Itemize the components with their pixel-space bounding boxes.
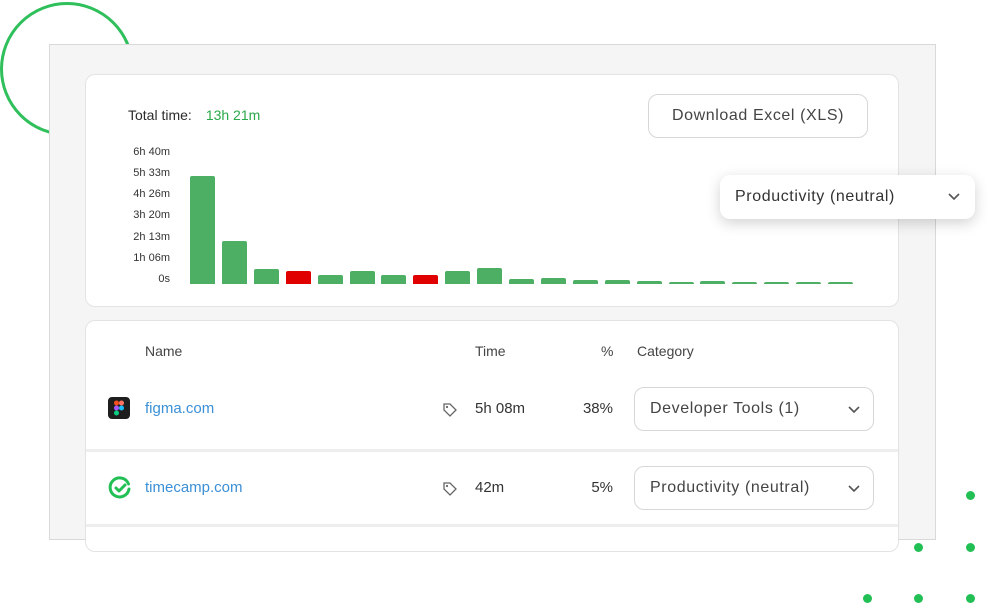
y-tick-label: 2h 13m (133, 231, 170, 243)
chevron-down-icon (947, 189, 961, 208)
chart-bar[interactable] (540, 278, 566, 284)
table-row: timecamp.com 42m 5% Productivity (neutra… (86, 452, 898, 529)
y-tick-label: 0s (158, 273, 170, 285)
app-name-link[interactable]: timecamp.com (145, 479, 243, 496)
chart-bar[interactable] (668, 282, 694, 284)
category-value: Productivity (neutral) (650, 479, 810, 496)
tag-icon[interactable] (442, 402, 458, 423)
column-header-category[interactable]: Category (637, 343, 694, 359)
time-value: 42m (475, 479, 505, 496)
category-value: Developer Tools (1) (650, 400, 800, 417)
apps-table: Name Time % Category figma.com 5h 08m 38… (85, 320, 899, 552)
chart-bar[interactable] (285, 270, 311, 284)
chevron-down-icon (847, 481, 861, 500)
chart-bar[interactable] (381, 274, 407, 284)
time-value: 5h 08m (475, 400, 526, 417)
total-time-value: 13h 21m (205, 107, 261, 123)
chart-bar[interactable] (509, 279, 534, 284)
chart-bar[interactable] (732, 282, 758, 284)
tag-icon[interactable] (442, 481, 458, 502)
timecamp-icon (108, 476, 131, 499)
chart-bar[interactable] (190, 176, 215, 284)
chart-bar[interactable] (572, 280, 598, 284)
y-tick-label: 1h 06m (133, 252, 170, 264)
chart-bar[interactable] (636, 281, 662, 284)
column-header-time[interactable]: Time (475, 343, 506, 359)
figma-icon (108, 397, 130, 419)
category-filter-dropdown[interactable]: Productivity (neutral) (720, 175, 975, 219)
total-time: Total time: 13h 21m (128, 107, 260, 123)
percent-value: 38% (582, 400, 613, 417)
y-tick-label: 5h 33m (133, 167, 170, 179)
chart-bar[interactable] (445, 271, 471, 284)
chart-bar[interactable] (221, 241, 247, 284)
y-tick-label: 3h 20m (133, 209, 170, 221)
chart-bar[interactable] (317, 274, 343, 284)
chevron-down-icon (847, 402, 861, 421)
column-header-name[interactable]: Name (145, 343, 182, 359)
chart-bar[interactable] (349, 271, 375, 284)
chart-bar[interactable] (828, 282, 853, 284)
chart-bar[interactable] (253, 269, 279, 284)
chart-bar[interactable] (796, 282, 822, 284)
download-excel-button[interactable]: Download Excel (XLS) (648, 94, 868, 138)
category-filter-value: Productivity (neutral) (735, 188, 895, 205)
chart-bar[interactable] (413, 274, 439, 284)
percent-value: 5% (591, 479, 613, 496)
y-tick-label: 6h 40m (133, 146, 170, 158)
total-time-label: Total time: (128, 107, 192, 123)
chart-bar[interactable] (604, 280, 630, 284)
category-dropdown[interactable]: Developer Tools (1) (634, 387, 874, 431)
table-row: figma.com 5h 08m 38% Developer Tools (1) (86, 373, 898, 450)
app-name-link[interactable]: figma.com (145, 400, 214, 417)
chart-bar[interactable] (477, 268, 503, 284)
category-dropdown[interactable]: Productivity (neutral) (634, 466, 874, 510)
row-divider (86, 524, 898, 527)
chart-bar[interactable] (700, 281, 726, 284)
column-header-percent[interactable]: % (601, 343, 613, 359)
y-tick-label: 4h 26m (133, 188, 170, 200)
chart-bar[interactable] (764, 282, 790, 284)
